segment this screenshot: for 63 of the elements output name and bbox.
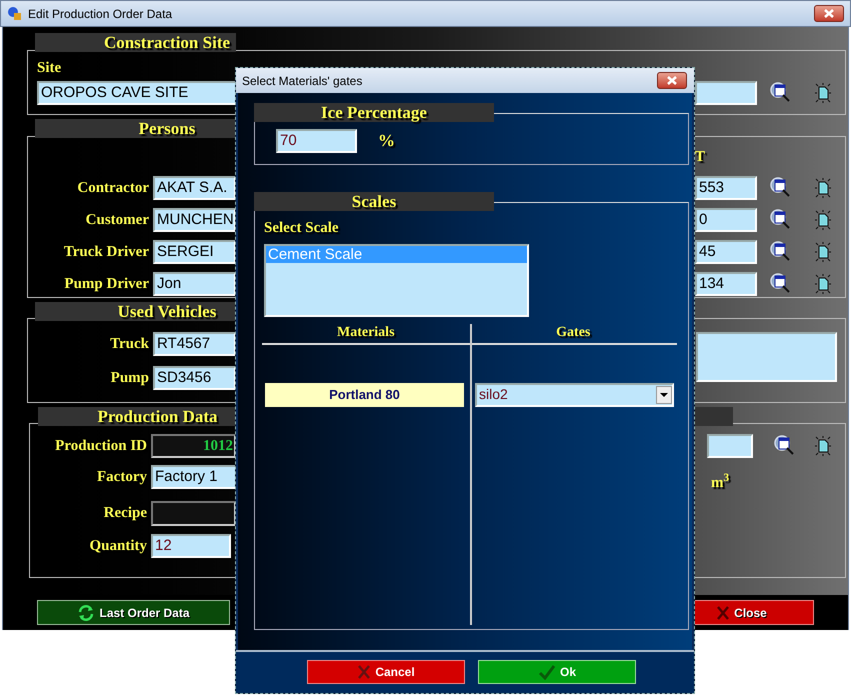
field-label: Recipe [102, 504, 148, 524]
close-icon [667, 76, 677, 85]
field-label: Pump [110, 368, 150, 388]
text-field[interactable] [707, 434, 753, 458]
text-field[interactable]: 553 [695, 176, 757, 200]
new-document-icon[interactable] [813, 273, 833, 295]
refresh-icon [77, 604, 96, 622]
unit-label: % [378, 130, 395, 152]
section-header-band [695, 407, 733, 426]
section-title: Used Vehicles [35, 302, 236, 321]
text-field[interactable]: MUNCHEN [153, 208, 236, 232]
id-field: 1012 [151, 434, 236, 458]
field-label: Production ID [54, 436, 148, 456]
text-field[interactable]: SD3456 [153, 366, 236, 390]
gate-dropdown[interactable]: silo2 [475, 382, 674, 406]
recipe-field[interactable] [151, 501, 236, 526]
unit-label: m$^{3}$ [711, 472, 730, 493]
cancel-button[interactable]: Cancel [307, 660, 465, 684]
material-cell: Portland 80 [265, 382, 464, 406]
new-document-icon[interactable] [813, 177, 833, 199]
text-field[interactable]: 0 [695, 208, 757, 232]
text-field[interactable]: RT4567 [153, 332, 236, 356]
check-icon [538, 664, 556, 680]
section-title: Production Data [38, 407, 237, 426]
dialog-title: Select Materials' gates [242, 72, 362, 90]
section-title: Scales [254, 192, 494, 211]
close-icon [716, 604, 730, 620]
section-title: Constraction Site [35, 33, 236, 52]
field-label: Truck Driver [62, 242, 150, 262]
column-header: Gates [556, 324, 590, 342]
app-icon [7, 6, 23, 22]
text-field[interactable] [695, 81, 757, 105]
new-document-icon[interactable] [813, 82, 833, 104]
field-label: Customer [84, 210, 150, 230]
close-button[interactable] [657, 72, 687, 89]
window-title: Edit Production Order Data [28, 6, 172, 22]
field-label: Site [37, 58, 62, 78]
field-label: Contractor [76, 178, 150, 198]
field-label: Select Scale [264, 219, 340, 238]
section-title: Ice Percentage [254, 103, 494, 122]
text-field[interactable]: OROPOS CAVE SITE [37, 81, 237, 105]
field-label: Factory [96, 468, 148, 487]
text-field[interactable]: AKAT S.A. [153, 176, 236, 200]
text-field[interactable]: Jon [153, 272, 236, 296]
column-header: Materials [336, 324, 395, 342]
text-field[interactable]: 12 [151, 534, 231, 558]
new-document-icon[interactable] [813, 209, 833, 231]
text-field[interactable]: 134 [695, 272, 757, 296]
close-button[interactable] [814, 5, 844, 22]
text-field[interactable]: 70 [276, 129, 357, 153]
refresh-button[interactable]: Last Order Data [37, 600, 230, 625]
new-document-icon[interactable] [813, 435, 833, 457]
column-label: T [694, 148, 705, 166]
section-title: Persons [35, 119, 236, 138]
new-document-icon[interactable] [813, 241, 833, 263]
field-label: Quantity [88, 536, 148, 556]
text-field[interactable]: Factory 1 [151, 465, 238, 489]
field-label: Truck [109, 334, 150, 354]
close-icon [824, 9, 834, 18]
field-label: Pump Driver [63, 274, 150, 294]
text-field[interactable]: SERGEI [153, 240, 236, 264]
text-field[interactable]: 45 [695, 240, 757, 264]
cancel-icon [357, 664, 372, 680]
